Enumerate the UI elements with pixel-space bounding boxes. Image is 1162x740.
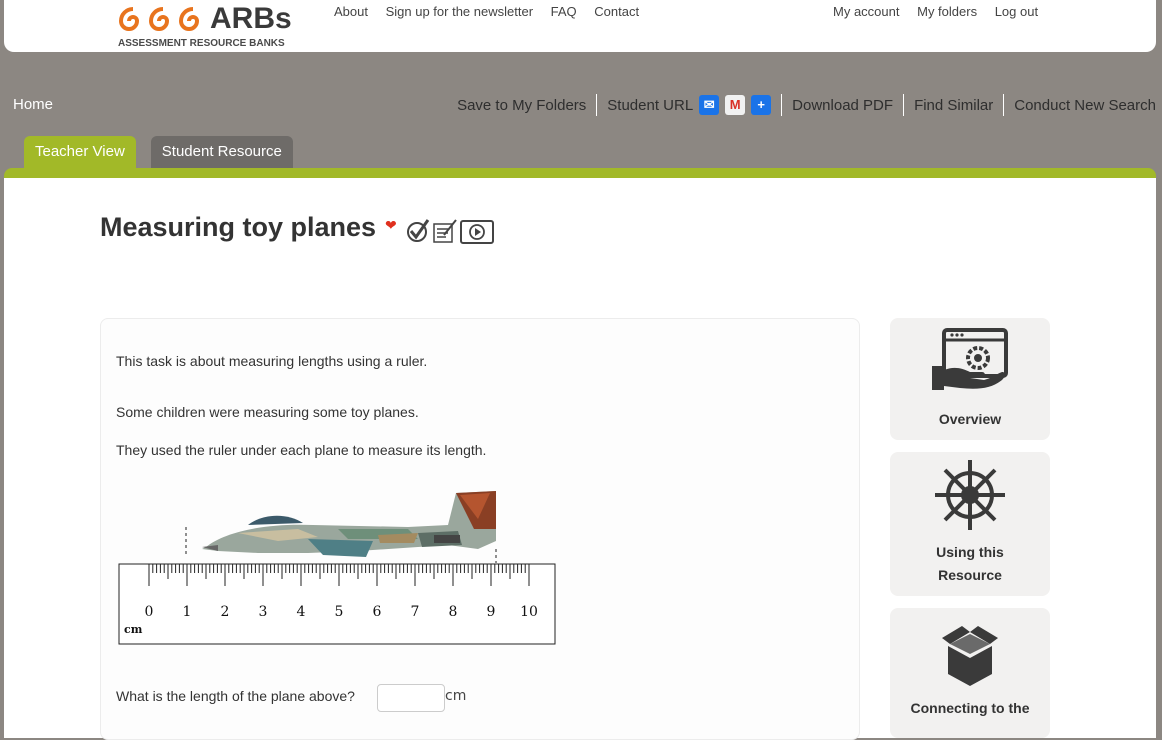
open-box-icon: [942, 626, 998, 686]
ship-wheel-icon: [935, 460, 1005, 530]
overview-label: Overview: [938, 411, 1002, 427]
divider: [781, 94, 783, 116]
ruler-number: 0: [145, 604, 154, 620]
ruler-number: 6: [373, 604, 382, 620]
top-header: ARBs ASSESSMENT RESOURCE BANKS About Sig…: [4, 0, 1156, 52]
ruler-number: 2: [221, 604, 230, 620]
nav-faq[interactable]: FAQ: [551, 4, 577, 19]
connecting-label: Connecting to the: [910, 700, 1030, 716]
question-text: What is the length of the plane above?: [116, 688, 355, 704]
ruler-number: 8: [449, 604, 458, 620]
paragraph-text: They used the ruler under each plane to …: [116, 442, 487, 458]
ruler-number: 9: [487, 604, 496, 620]
paragraph-text: Some children were measuring some toy pl…: [116, 404, 419, 420]
video-icon: [460, 220, 494, 244]
logo-text: ARBs: [210, 2, 292, 35]
new-search-link[interactable]: Conduct New Search: [1014, 97, 1156, 114]
home-link[interactable]: Home: [13, 96, 53, 113]
nav-my-account[interactable]: My account: [833, 4, 899, 19]
logo-subtitle: ASSESSMENT RESOURCE BANKS: [118, 38, 285, 49]
divider: [596, 94, 598, 116]
unit-label: cm: [445, 688, 467, 704]
intro-text: This task is about measuring lengths usi…: [116, 353, 428, 369]
divider: [903, 94, 905, 116]
nav-about[interactable]: About: [334, 4, 368, 19]
using-resource-button[interactable]: Using this Resource: [890, 452, 1050, 596]
heart-icon[interactable]: ❤: [385, 218, 397, 234]
answer-input[interactable]: [377, 684, 445, 712]
overview-icon: [932, 328, 1008, 390]
ruler: 0 1 2 3 4 5 6 7 8 9 10 cm: [118, 563, 556, 645]
logo-swirl-icon: [118, 7, 200, 31]
toy-plane-image: [202, 491, 496, 557]
ruler-unit-label: cm: [124, 623, 143, 636]
nav-contact[interactable]: Contact: [594, 4, 639, 19]
email-share-icon[interactable]: ✉: [699, 95, 720, 115]
ruler-number: 7: [411, 604, 420, 620]
view-tabs: Teacher View Student Resource: [24, 136, 308, 168]
nav-log-out[interactable]: Log out: [995, 4, 1038, 19]
ruler-number: 5: [335, 604, 344, 620]
find-similar-link[interactable]: Find Similar: [914, 97, 993, 114]
divider: [1003, 94, 1005, 116]
plane-ruler-illustration: 0 1 2 3 4 5 6 7 8 9 10 cm: [118, 491, 556, 645]
right-gutter: [1156, 0, 1162, 722]
notepad-icon: [433, 219, 457, 243]
ruler-number: 4: [297, 604, 306, 620]
using-resource-label-line2: Resource: [938, 567, 1002, 583]
tab-student-resource[interactable]: Student Resource: [150, 136, 293, 168]
question-card: This task is about measuring lengths usi…: [100, 318, 860, 740]
connecting-button[interactable]: Connecting to the: [890, 608, 1050, 738]
ruler-number: 3: [259, 604, 268, 620]
gmail-share-icon[interactable]: M: [725, 95, 746, 115]
download-pdf-link[interactable]: Download PDF: [792, 97, 893, 114]
action-bar: Home Save to My Folders Student URL ✉ M …: [0, 88, 1162, 122]
add-share-icon[interactable]: +: [751, 95, 772, 115]
top-nav-right: My account My folders Log out: [833, 4, 1052, 19]
resource-actions: Save to My Folders Student URL ✉ M + Dow…: [457, 94, 1156, 116]
nav-newsletter[interactable]: Sign up for the newsletter: [386, 4, 533, 19]
overview-button[interactable]: Overview: [890, 318, 1050, 440]
resource-type-icons: [407, 219, 494, 244]
nav-my-folders[interactable]: My folders: [917, 4, 977, 19]
using-resource-label-line1: Using this: [936, 544, 1004, 560]
student-url-link[interactable]: Student URL: [607, 97, 693, 114]
ruler-number: 1: [183, 604, 192, 620]
ruler-number: 10: [520, 604, 538, 620]
save-to-folders-link[interactable]: Save to My Folders: [457, 97, 586, 114]
tab-underline: [4, 168, 1156, 178]
page-title: Measuring toy planes: [100, 212, 377, 242]
tab-teacher-view[interactable]: Teacher View: [24, 136, 136, 168]
checkmark-icon: [407, 219, 430, 242]
top-nav-left: About Sign up for the newsletter FAQ Con…: [334, 4, 653, 19]
